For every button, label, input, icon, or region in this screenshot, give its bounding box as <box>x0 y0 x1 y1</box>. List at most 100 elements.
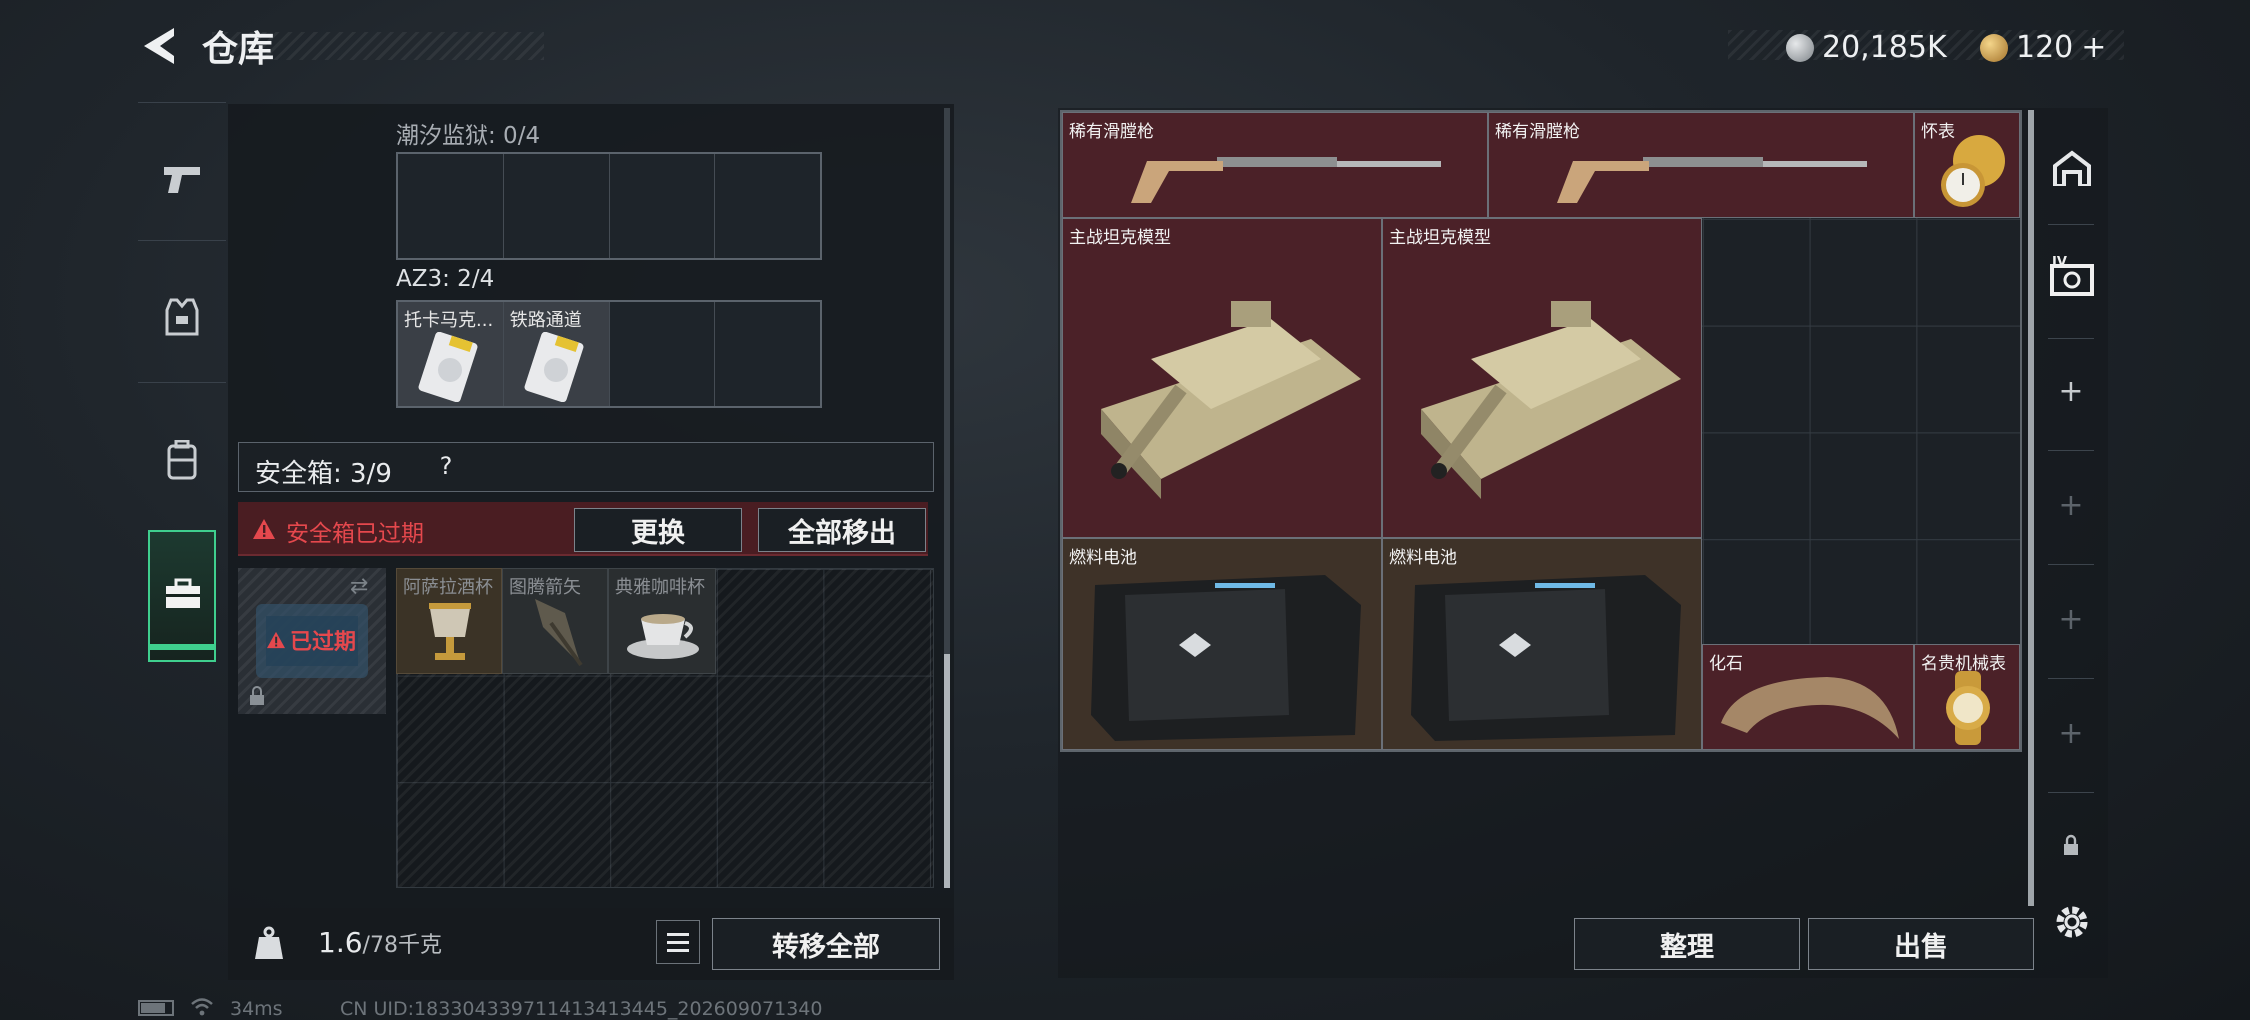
divider <box>2048 564 2094 565</box>
uid-text: CN UID:18330433971141341344​5_2026090713… <box>340 998 823 1020</box>
divider <box>2048 450 2094 451</box>
list-icon <box>667 932 689 936</box>
item-luxury-watch[interactable]: 名贵机械表 <box>1914 644 2020 750</box>
warning-icon <box>253 519 275 539</box>
fuel-cell-icon <box>1091 575 1361 741</box>
swap-icon[interactable]: ⇄ <box>350 574 368 599</box>
container-grid-az3[interactable]: 托卡马克... 铁路通道 <box>396 300 822 408</box>
back-arrow-icon <box>144 28 174 64</box>
list-icon-line <box>667 940 689 944</box>
gold-currency[interactable]: 120 + <box>1980 30 2106 65</box>
safebox-header: 安全箱: 3/9 ? <box>238 442 934 492</box>
item-mbt-model[interactable]: 主战坦克模型 <box>1062 218 1382 538</box>
help-icon[interactable]: ? <box>429 449 463 483</box>
add-stash-page-button-disabled[interactable]: + <box>2036 602 2106 637</box>
item-fuel-cell[interactable]: 燃料电池 <box>1382 538 1702 750</box>
silver-coin-icon <box>1786 33 1814 62</box>
grid-slot[interactable] <box>504 154 610 258</box>
briefcase-icon <box>166 578 200 608</box>
sell-button[interactable]: 出售 <box>1808 918 2034 970</box>
gold-coin-icon <box>1980 33 2008 62</box>
arrowhead-icon <box>535 599 583 667</box>
warning-icon <box>267 631 285 649</box>
lock-icon <box>2064 834 2078 855</box>
grid-slot[interactable] <box>610 302 716 406</box>
scrollbar-track[interactable] <box>944 108 950 888</box>
divider <box>2048 224 2094 225</box>
teacup-icon <box>627 614 699 659</box>
grid-slot[interactable] <box>715 154 820 258</box>
add-stash-page-button[interactable]: + <box>2036 374 2106 409</box>
keycard-icon <box>418 332 478 402</box>
item-fossil[interactable]: 化石 <box>1702 644 1914 750</box>
container-label-az3: AZ3: 2/4 <box>396 266 495 292</box>
item-keycard[interactable]: 托卡马克... <box>398 302 504 406</box>
active-tab-indicator <box>150 644 214 650</box>
musket-icon <box>1557 157 1867 203</box>
tab-safebox[interactable] <box>148 530 216 662</box>
item-rare-musket[interactable]: 稀有滑膛枪 <box>1062 112 1488 218</box>
keycard-icon <box>524 332 584 402</box>
tank-icon <box>1421 301 1681 499</box>
svg-text:IV: IV <box>2052 255 2067 270</box>
divider <box>2048 792 2094 793</box>
tab-divider <box>138 102 226 103</box>
sort-button[interactable]: 整理 <box>1574 918 1800 970</box>
grid-slot[interactable] <box>398 154 504 258</box>
lock-icon <box>250 686 264 705</box>
item-coffee-cup[interactable]: 典雅咖啡杯 <box>608 568 716 674</box>
item-rare-musket[interactable]: 稀有滑膛枪 <box>1488 112 1914 218</box>
title-decor <box>212 32 544 60</box>
silver-currency[interactable]: 20,185K <box>1786 30 1947 65</box>
safebox-label: 安全箱: 3/9 <box>255 459 392 489</box>
divider <box>2048 678 2094 679</box>
item-pocket-watch[interactable]: 怀表 <box>1914 112 2020 218</box>
add-stash-page-button-disabled[interactable]: + <box>2036 716 2106 751</box>
scrollbar-thumb[interactable] <box>944 654 950 888</box>
replace-button[interactable]: 更换 <box>574 508 742 552</box>
fuel-cell-icon <box>1411 575 1681 741</box>
grid-slot[interactable] <box>715 302 820 406</box>
tab-backpack[interactable] <box>138 410 226 510</box>
item-keycard[interactable]: 铁路通道 <box>503 302 610 406</box>
container-grid-tide-prison[interactable] <box>396 152 822 260</box>
stash-page-4-icon[interactable]: IV <box>2050 254 2096 298</box>
stash-home-icon[interactable] <box>2052 150 2092 186</box>
wifi-icon <box>190 996 214 1016</box>
add-gold-button[interactable]: + <box>2081 30 2106 65</box>
fossil-claw-icon <box>1721 677 1899 739</box>
goblet-icon <box>429 603 471 660</box>
transfer-all-button[interactable]: 转移全部 <box>712 918 940 970</box>
expired-badge: 已过期 <box>266 624 356 656</box>
stash-page-bar: IV + + + + <box>2036 110 2106 972</box>
item-mbt-model[interactable]: 主战坦克模型 <box>1382 218 1702 538</box>
move-all-out-button[interactable]: 全部移出 <box>758 508 926 552</box>
weight-readout: 1.6 /78千克 <box>318 926 442 959</box>
item-totem-arrow[interactable]: 图腾箭矢 <box>502 568 608 674</box>
tab-armor[interactable] <box>138 266 226 366</box>
armor-vest-icon <box>165 298 199 336</box>
tab-divider <box>138 240 226 241</box>
item-fuel-cell[interactable]: 燃料电池 <box>1062 538 1382 750</box>
battery-icon <box>138 1000 174 1016</box>
backpack-icon <box>167 440 197 480</box>
weight-icon <box>238 908 300 978</box>
list-icon-line <box>667 948 689 952</box>
expired-status-text: 安全箱已过期 <box>286 521 424 547</box>
grid-slot[interactable] <box>610 154 716 258</box>
stash-scrollbar[interactable] <box>2028 110 2034 906</box>
divider <box>2048 338 2094 339</box>
container-label-tide-prison: 潮汐监狱: 0/4 <box>396 123 541 149</box>
tank-icon <box>1101 301 1361 499</box>
tab-divider <box>138 382 226 383</box>
list-view-button[interactable] <box>656 920 700 964</box>
item-asala-cup[interactable]: 阿萨拉酒杯 <box>396 568 502 674</box>
add-stash-page-button-disabled[interactable]: + <box>2036 488 2106 523</box>
musket-icon <box>1131 157 1441 203</box>
pistol-icon <box>164 167 200 193</box>
tab-weapon[interactable] <box>138 128 226 228</box>
back-button[interactable] <box>138 24 182 68</box>
pocket-watch-icon <box>1941 135 2005 207</box>
gear-icon[interactable] <box>2052 902 2092 942</box>
wrist-watch-icon <box>1946 671 1990 745</box>
